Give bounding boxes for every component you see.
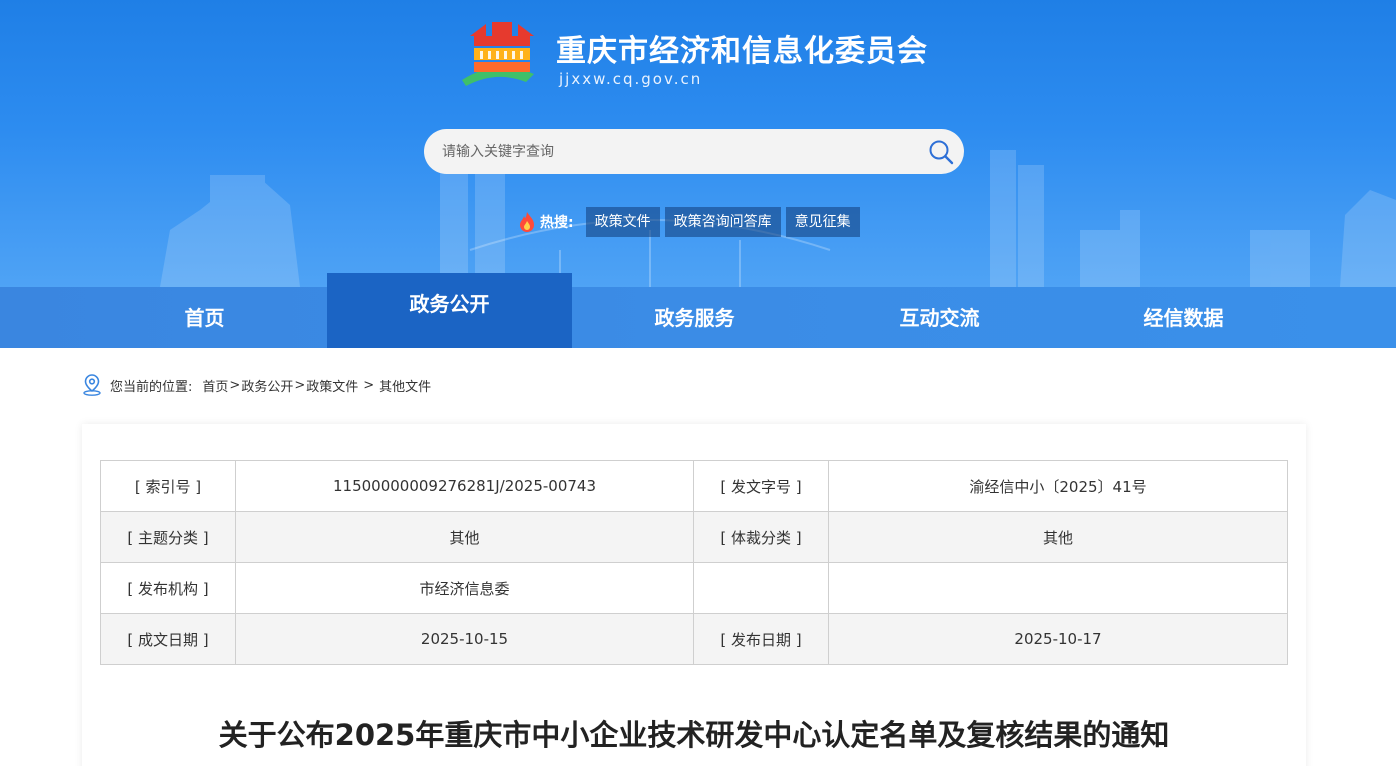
breadcrumb-policy-docs[interactable]: 政策文件 [306, 376, 358, 395]
document-title: 关于公布2025年重庆市中小企业技术研发中心认定名单及复核结果的通知 [218, 718, 1170, 752]
site-header: 重庆市经济和信息化委员会 jjxxw.cq.gov.cn 热搜: 政策文件 政策… [0, 0, 1396, 287]
meta-value: 2025-10-17 [828, 613, 1288, 665]
content-card: [ 索引号 ] 11500000009276281J/2025-00743 [ … [82, 424, 1306, 766]
breadcrumb-prefix: 您当前的位置: [110, 379, 193, 395]
hot-tag-opinion-collection[interactable]: 意见征集 [785, 207, 860, 237]
meta-key: [ 主题分类 ] [100, 511, 236, 563]
meta-value: 2025-10-15 [235, 613, 694, 665]
meta-row: [ 索引号 ] 11500000009276281J/2025-00743 [ … [100, 460, 1288, 512]
hot-tag-policy-qa[interactable]: 政策咨询问答库 [664, 207, 781, 237]
meta-key: [ 体裁分类 ] [693, 511, 829, 563]
breadcrumb-gov-affairs-open[interactable]: 政务公开 [241, 376, 293, 395]
meta-value: 其他 [828, 511, 1288, 563]
search-input[interactable] [442, 129, 912, 174]
meta-value: 11500000009276281J/2025-00743 [235, 460, 694, 512]
breadcrumb-other-docs[interactable]: 其他文件 [379, 376, 431, 395]
document-meta-table: [ 索引号 ] 11500000009276281J/2025-00743 [ … [100, 460, 1288, 665]
meta-value: 市经济信息委 [235, 562, 694, 614]
meta-row: [ 主题分类 ] 其他 [ 体裁分类 ] 其他 [100, 511, 1288, 563]
site-title: 重庆市经济和信息化委员会 [556, 34, 928, 69]
emblem-logo-icon [462, 22, 534, 86]
site-domain: jjxxw.cq.gov.cn [559, 70, 703, 88]
meta-row: [ 成文日期 ] 2025-10-15 [ 发布日期 ] 2025-10-17 [100, 613, 1288, 665]
meta-key: [ 索引号 ] [100, 460, 236, 512]
meta-key: [ 发文字号 ] [693, 460, 829, 512]
meta-value: 其他 [235, 511, 694, 563]
nav-item-economic-data[interactable]: 经信数据 [1061, 287, 1306, 348]
main-nav: 首页 政务公开 政务服务 互动交流 经信数据 [0, 273, 1396, 348]
meta-key: [ 发布日期 ] [693, 613, 829, 665]
nav-item-gov-affairs-open[interactable]: 政务公开 [327, 273, 572, 348]
meta-key: [ 成文日期 ] [100, 613, 236, 665]
nav-item-gov-services[interactable]: 政务服务 [572, 287, 817, 348]
meta-row: [ 发布机构 ] 市经济信息委 [100, 562, 1288, 614]
location-pin-icon [83, 374, 101, 396]
breadcrumb-home[interactable]: 首页 [202, 376, 228, 395]
hot-search-bar: 热搜: 政策文件 政策咨询问答库 意见征集 [518, 207, 865, 237]
hot-tag-policy-docs[interactable]: 政策文件 [585, 207, 660, 237]
nav-item-interaction[interactable]: 互动交流 [817, 287, 1062, 348]
nav-item-home[interactable]: 首页 [82, 287, 327, 348]
fire-icon [520, 212, 534, 232]
meta-value [828, 562, 1288, 614]
meta-key: [ 发布机构 ] [100, 562, 236, 614]
meta-key [693, 562, 829, 614]
search-box [424, 129, 964, 174]
meta-value: 渝经信中小〔2025〕41号 [828, 460, 1288, 512]
hot-search-label: 热搜: [540, 215, 574, 231]
breadcrumb: 您当前的位置: 首页 > 政务公开 > 政策文件 > 其他文件 [82, 374, 431, 396]
search-icon[interactable] [928, 139, 954, 165]
site-logo[interactable]: 重庆市经济和信息化委员会 jjxxw.cq.gov.cn [456, 18, 956, 90]
